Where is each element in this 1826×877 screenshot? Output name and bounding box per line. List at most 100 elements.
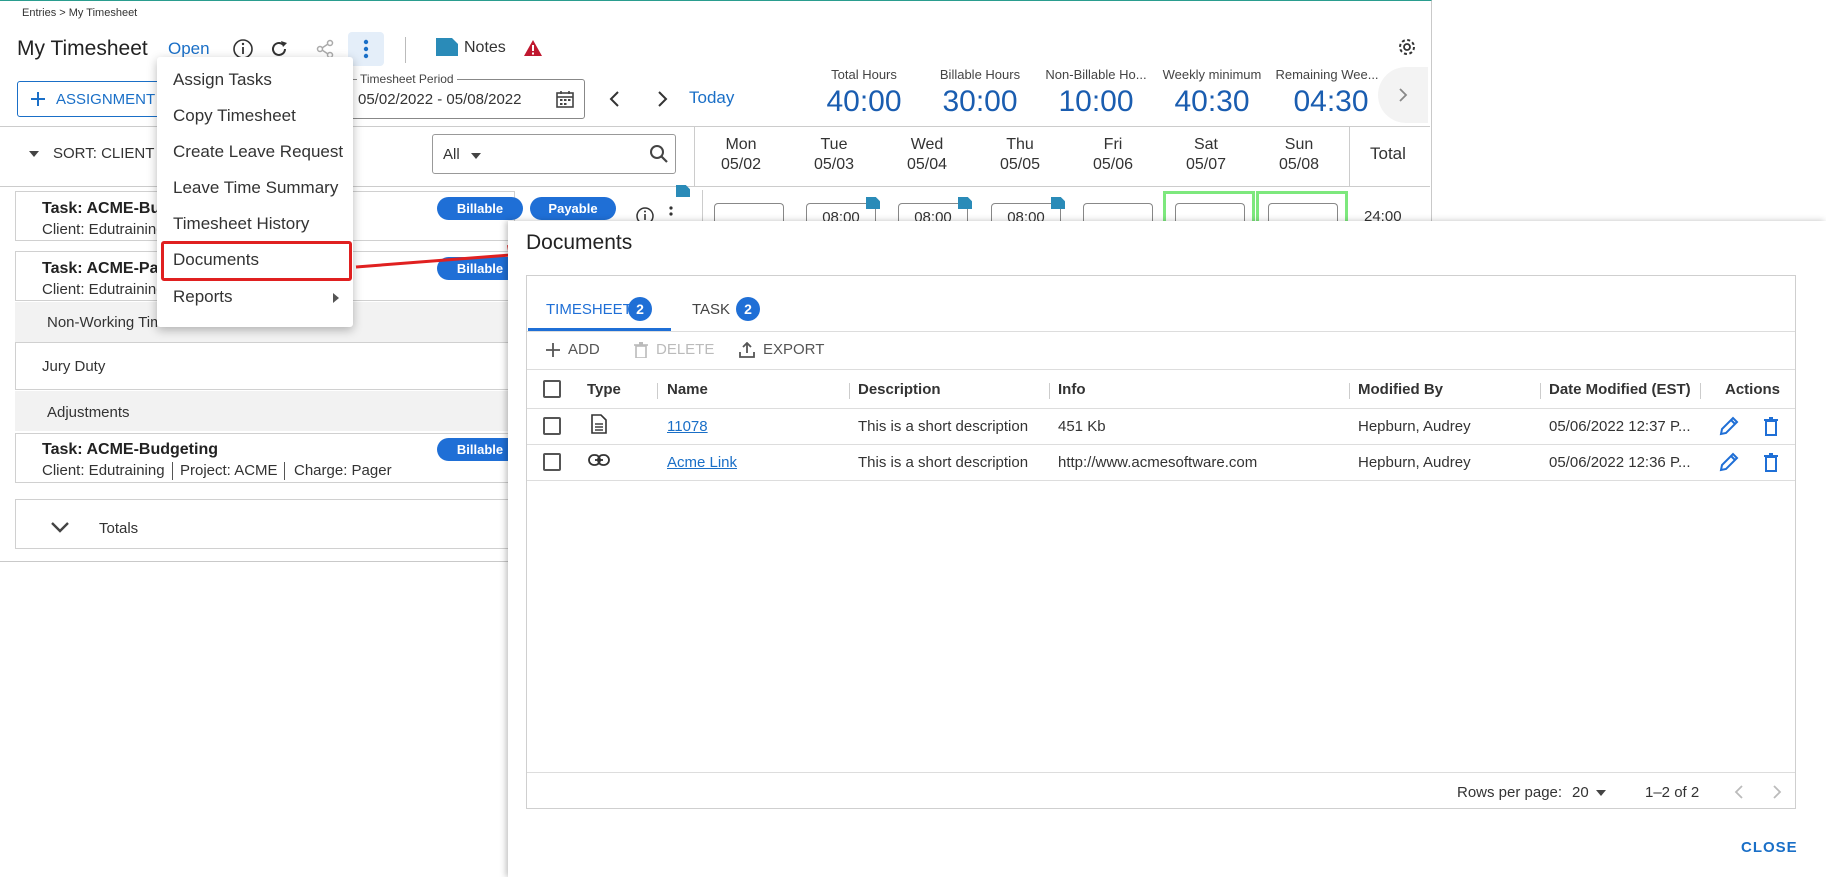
stat-label-total-hours: Total Hours (831, 67, 897, 82)
search-icon[interactable] (649, 144, 669, 164)
delete-trash-icon[interactable] (1763, 416, 1779, 436)
sort-button[interactable]: SORT: CLIENT (53, 145, 154, 162)
stat-label-weekly-minimum: Weekly minimum (1162, 67, 1262, 82)
task-row-title: Task: ACME-Bud (42, 200, 170, 217)
row-checkbox[interactable] (543, 417, 561, 435)
filter-select-value: All (443, 146, 460, 163)
notes-icon[interactable] (436, 38, 458, 56)
link-icon (588, 453, 610, 467)
row-checkbox[interactable] (543, 453, 561, 471)
plus-icon (546, 342, 560, 357)
task-row-title: Task: ACME-Payr (42, 260, 174, 277)
plus-icon (31, 92, 45, 106)
adjustment-row-charge: Charge: Pager (294, 462, 392, 479)
document-info: http://www.acmesoftware.com (1058, 454, 1258, 471)
header-divider (527, 408, 1795, 409)
settings-gear-icon[interactable] (1396, 36, 1418, 58)
menu-item-create-leave-request[interactable]: Create Leave Request (157, 134, 353, 170)
column-separator[interactable] (1349, 383, 1350, 399)
column-separator[interactable] (1540, 383, 1541, 399)
dialog-title: Documents (526, 231, 633, 254)
column-header-modified-by[interactable]: Modified By (1358, 381, 1443, 398)
menu-item-leave-time-summary[interactable]: Leave Time Summary (157, 170, 353, 206)
column-header-info[interactable]: Info (1058, 381, 1086, 398)
delete-trash-icon[interactable] (1763, 452, 1779, 472)
more-options-menu: Assign Tasks Copy Timesheet Create Leave… (157, 57, 353, 327)
edit-pencil-icon[interactable] (1719, 416, 1739, 436)
export-documents-button[interactable]: EXPORT (739, 341, 824, 358)
column-divider (702, 190, 703, 225)
stat-value-total-hours: 40:00 (826, 85, 902, 118)
add-assignment-button[interactable]: ASSIGNMENT (17, 81, 167, 117)
column-header-description[interactable]: Description (858, 381, 941, 398)
menu-item-reports[interactable]: Reports (157, 279, 353, 315)
breadcrumb[interactable]: Entries > My Timesheet (22, 7, 137, 19)
tab-timesheet[interactable]: TIMESHEET (546, 301, 632, 318)
menu-item-assign-tasks[interactable]: Assign Tasks (157, 62, 353, 98)
next-week-icon[interactable] (657, 90, 669, 108)
pagination-range: 1–2 of 2 (1645, 784, 1700, 801)
today-button[interactable]: Today (689, 88, 734, 108)
stats-scroll-right[interactable] (1378, 67, 1428, 123)
add-document-button[interactable]: ADD (546, 341, 600, 358)
note-flag-icon[interactable] (958, 197, 972, 209)
trash-icon (634, 341, 648, 358)
previous-week-icon[interactable] (608, 90, 620, 108)
document-info: 451 Kb (1058, 418, 1106, 435)
tab-task[interactable]: TASK (692, 301, 730, 318)
menu-item-timesheet-history[interactable]: Timesheet History (157, 206, 353, 242)
delete-document-button[interactable]: DELETE (634, 341, 714, 358)
day-header-tue: Tue 05/03 (813, 136, 855, 173)
column-separator[interactable] (1049, 383, 1050, 399)
export-label: EXPORT (763, 341, 825, 358)
status-link[interactable]: Open (168, 39, 210, 59)
edit-pencil-icon[interactable] (1719, 452, 1739, 472)
sort-caret-icon[interactable] (28, 150, 40, 158)
column-header-type[interactable]: Type (587, 381, 621, 398)
column-separator[interactable] (1700, 383, 1701, 399)
timesheet-period-value[interactable]: 05/02/2022 - 05/08/2022 (358, 91, 521, 108)
calendar-icon[interactable] (556, 90, 574, 108)
task-row-client: Client: Edutraining (42, 221, 165, 238)
meta-divider (172, 462, 173, 480)
column-header-date-modified[interactable]: Date Modified (EST) (1549, 381, 1691, 398)
column-separator[interactable] (849, 383, 850, 399)
adjustment-row-project: Project: ACME (180, 462, 278, 479)
note-flag-icon[interactable] (1051, 197, 1065, 209)
delete-label: DELETE (656, 341, 715, 358)
stat-value-remaining-weekly: 04:30 (1293, 85, 1369, 118)
non-working-time-label: Non-Working Tim (47, 314, 163, 331)
tab-timesheet-count: 2 (628, 297, 652, 321)
previous-page-icon[interactable] (1734, 785, 1744, 799)
totals-row[interactable] (15, 499, 515, 549)
document-name-link[interactable]: Acme Link (667, 454, 737, 471)
note-flag-icon[interactable] (866, 197, 880, 209)
document-date-modified: 05/06/2022 12:36 P... (1549, 454, 1691, 471)
document-name-link[interactable]: 11078 (667, 418, 708, 435)
column-divider (1349, 127, 1350, 187)
more-options-button[interactable] (348, 32, 384, 66)
column-separator[interactable] (657, 383, 658, 399)
payable-chip: Payable (530, 197, 616, 220)
close-dialog-button[interactable]: CLOSE (1741, 839, 1798, 856)
row-more-icon[interactable] (669, 206, 673, 222)
toolbar-divider (527, 369, 1795, 370)
column-header-name[interactable]: Name (667, 381, 708, 398)
rows-per-page-caret-icon[interactable] (1596, 790, 1606, 796)
column-divider (694, 127, 695, 187)
next-page-icon[interactable] (1772, 785, 1782, 799)
filter-select[interactable] (432, 134, 676, 174)
document-description: This is a short description (858, 454, 1029, 471)
menu-item-copy-timesheet[interactable]: Copy Timesheet (157, 98, 353, 134)
select-all-checkbox[interactable] (543, 380, 561, 398)
rows-per-page-select[interactable]: 20 (1572, 784, 1589, 801)
file-icon (591, 414, 607, 434)
chevron-down-icon[interactable] (50, 521, 70, 533)
tab-divider (527, 331, 1795, 332)
more-vert-icon (363, 39, 369, 59)
warning-icon[interactable] (524, 40, 542, 56)
timesheet-period-legend: Timesheet Period (357, 72, 457, 86)
submenu-arrow-icon (333, 293, 339, 303)
document-modified-by: Hepburn, Audrey (1358, 418, 1471, 435)
notes-button-label[interactable]: Notes (464, 39, 506, 57)
